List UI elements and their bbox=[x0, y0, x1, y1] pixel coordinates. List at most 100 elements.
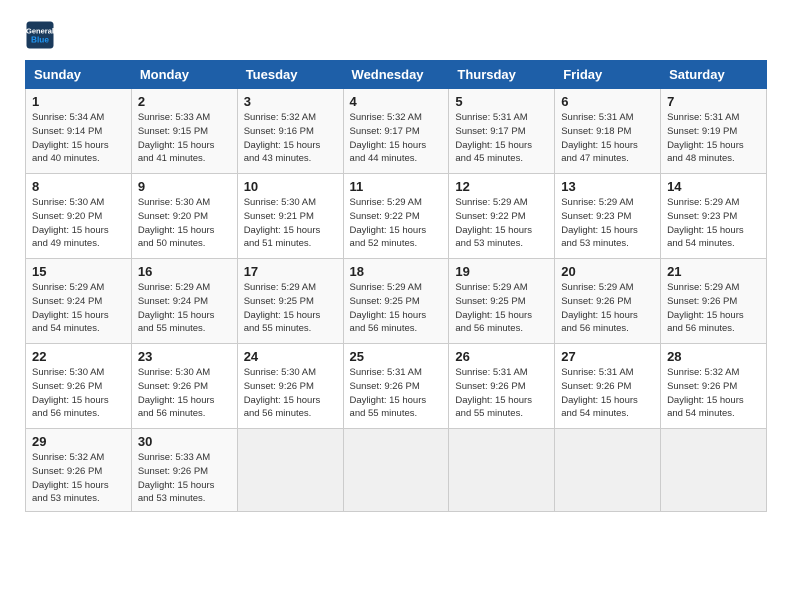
day-number: 16 bbox=[138, 264, 231, 279]
calendar-cell: 23 Sunrise: 5:30 AM Sunset: 9:26 PM Dayl… bbox=[131, 344, 237, 429]
day-info: Sunrise: 5:32 AM Sunset: 9:26 PM Dayligh… bbox=[667, 366, 760, 421]
calendar-cell: 18 Sunrise: 5:29 AM Sunset: 9:25 PM Dayl… bbox=[343, 259, 449, 344]
day-info: Sunrise: 5:29 AM Sunset: 9:22 PM Dayligh… bbox=[455, 196, 548, 251]
day-info: Sunrise: 5:29 AM Sunset: 9:26 PM Dayligh… bbox=[667, 281, 760, 336]
day-number: 24 bbox=[244, 349, 337, 364]
day-number: 2 bbox=[138, 94, 231, 109]
calendar-cell: 21 Sunrise: 5:29 AM Sunset: 9:26 PM Dayl… bbox=[661, 259, 767, 344]
day-number: 27 bbox=[561, 349, 654, 364]
day-info: Sunrise: 5:31 AM Sunset: 9:17 PM Dayligh… bbox=[455, 111, 548, 166]
day-info: Sunrise: 5:29 AM Sunset: 9:25 PM Dayligh… bbox=[455, 281, 548, 336]
day-info: Sunrise: 5:29 AM Sunset: 9:22 PM Dayligh… bbox=[350, 196, 443, 251]
day-info: Sunrise: 5:29 AM Sunset: 9:23 PM Dayligh… bbox=[667, 196, 760, 251]
calendar-cell: 16 Sunrise: 5:29 AM Sunset: 9:24 PM Dayl… bbox=[131, 259, 237, 344]
day-number: 8 bbox=[32, 179, 125, 194]
day-number: 10 bbox=[244, 179, 337, 194]
calendar-cell: 20 Sunrise: 5:29 AM Sunset: 9:26 PM Dayl… bbox=[555, 259, 661, 344]
calendar-cell: 26 Sunrise: 5:31 AM Sunset: 9:26 PM Dayl… bbox=[449, 344, 555, 429]
calendar-cell: 7 Sunrise: 5:31 AM Sunset: 9:19 PM Dayli… bbox=[661, 89, 767, 174]
day-info: Sunrise: 5:32 AM Sunset: 9:26 PM Dayligh… bbox=[32, 451, 125, 506]
calendar-cell: 6 Sunrise: 5:31 AM Sunset: 9:18 PM Dayli… bbox=[555, 89, 661, 174]
day-info: Sunrise: 5:30 AM Sunset: 9:20 PM Dayligh… bbox=[138, 196, 231, 251]
day-info: Sunrise: 5:30 AM Sunset: 9:21 PM Dayligh… bbox=[244, 196, 337, 251]
calendar-table: SundayMondayTuesdayWednesdayThursdayFrid… bbox=[25, 60, 767, 512]
day-number: 23 bbox=[138, 349, 231, 364]
day-info: Sunrise: 5:29 AM Sunset: 9:24 PM Dayligh… bbox=[32, 281, 125, 336]
weekday-header-tuesday: Tuesday bbox=[237, 61, 343, 89]
calendar-week-row: 8 Sunrise: 5:30 AM Sunset: 9:20 PM Dayli… bbox=[26, 174, 767, 259]
day-number: 9 bbox=[138, 179, 231, 194]
calendar-cell bbox=[237, 429, 343, 512]
calendar-cell bbox=[661, 429, 767, 512]
weekday-header-sunday: Sunday bbox=[26, 61, 132, 89]
weekday-header-monday: Monday bbox=[131, 61, 237, 89]
page-container: General Blue SundayMondayTuesdayWednesda… bbox=[10, 10, 782, 512]
calendar-week-row: 22 Sunrise: 5:30 AM Sunset: 9:26 PM Dayl… bbox=[26, 344, 767, 429]
day-info: Sunrise: 5:29 AM Sunset: 9:23 PM Dayligh… bbox=[561, 196, 654, 251]
calendar-cell: 29 Sunrise: 5:32 AM Sunset: 9:26 PM Dayl… bbox=[26, 429, 132, 512]
svg-text:Blue: Blue bbox=[31, 36, 49, 45]
calendar-cell: 22 Sunrise: 5:30 AM Sunset: 9:26 PM Dayl… bbox=[26, 344, 132, 429]
day-info: Sunrise: 5:33 AM Sunset: 9:26 PM Dayligh… bbox=[138, 451, 231, 506]
weekday-header-wednesday: Wednesday bbox=[343, 61, 449, 89]
logo: General Blue bbox=[25, 20, 55, 50]
day-info: Sunrise: 5:32 AM Sunset: 9:16 PM Dayligh… bbox=[244, 111, 337, 166]
day-info: Sunrise: 5:30 AM Sunset: 9:20 PM Dayligh… bbox=[32, 196, 125, 251]
calendar-cell: 9 Sunrise: 5:30 AM Sunset: 9:20 PM Dayli… bbox=[131, 174, 237, 259]
calendar-cell: 5 Sunrise: 5:31 AM Sunset: 9:17 PM Dayli… bbox=[449, 89, 555, 174]
day-number: 12 bbox=[455, 179, 548, 194]
weekday-header-saturday: Saturday bbox=[661, 61, 767, 89]
day-number: 28 bbox=[667, 349, 760, 364]
calendar-cell: 15 Sunrise: 5:29 AM Sunset: 9:24 PM Dayl… bbox=[26, 259, 132, 344]
day-number: 25 bbox=[350, 349, 443, 364]
day-number: 29 bbox=[32, 434, 125, 449]
day-number: 3 bbox=[244, 94, 337, 109]
day-info: Sunrise: 5:29 AM Sunset: 9:25 PM Dayligh… bbox=[244, 281, 337, 336]
day-info: Sunrise: 5:30 AM Sunset: 9:26 PM Dayligh… bbox=[138, 366, 231, 421]
day-info: Sunrise: 5:30 AM Sunset: 9:26 PM Dayligh… bbox=[244, 366, 337, 421]
day-number: 7 bbox=[667, 94, 760, 109]
calendar-cell bbox=[449, 429, 555, 512]
header: General Blue bbox=[10, 10, 782, 55]
calendar-cell: 1 Sunrise: 5:34 AM Sunset: 9:14 PM Dayli… bbox=[26, 89, 132, 174]
day-info: Sunrise: 5:31 AM Sunset: 9:18 PM Dayligh… bbox=[561, 111, 654, 166]
calendar-cell: 27 Sunrise: 5:31 AM Sunset: 9:26 PM Dayl… bbox=[555, 344, 661, 429]
day-number: 22 bbox=[32, 349, 125, 364]
logo-icon: General Blue bbox=[25, 20, 55, 50]
calendar-cell: 19 Sunrise: 5:29 AM Sunset: 9:25 PM Dayl… bbox=[449, 259, 555, 344]
day-info: Sunrise: 5:31 AM Sunset: 9:26 PM Dayligh… bbox=[455, 366, 548, 421]
day-info: Sunrise: 5:34 AM Sunset: 9:14 PM Dayligh… bbox=[32, 111, 125, 166]
day-info: Sunrise: 5:30 AM Sunset: 9:26 PM Dayligh… bbox=[32, 366, 125, 421]
weekday-header-thursday: Thursday bbox=[449, 61, 555, 89]
day-number: 11 bbox=[350, 179, 443, 194]
day-number: 30 bbox=[138, 434, 231, 449]
day-number: 21 bbox=[667, 264, 760, 279]
day-info: Sunrise: 5:29 AM Sunset: 9:25 PM Dayligh… bbox=[350, 281, 443, 336]
day-number: 13 bbox=[561, 179, 654, 194]
calendar-cell: 30 Sunrise: 5:33 AM Sunset: 9:26 PM Dayl… bbox=[131, 429, 237, 512]
calendar-cell bbox=[555, 429, 661, 512]
calendar-cell: 14 Sunrise: 5:29 AM Sunset: 9:23 PM Dayl… bbox=[661, 174, 767, 259]
day-number: 19 bbox=[455, 264, 548, 279]
calendar-cell: 25 Sunrise: 5:31 AM Sunset: 9:26 PM Dayl… bbox=[343, 344, 449, 429]
calendar-cell: 17 Sunrise: 5:29 AM Sunset: 9:25 PM Dayl… bbox=[237, 259, 343, 344]
day-number: 26 bbox=[455, 349, 548, 364]
calendar-cell: 8 Sunrise: 5:30 AM Sunset: 9:20 PM Dayli… bbox=[26, 174, 132, 259]
calendar-week-row: 1 Sunrise: 5:34 AM Sunset: 9:14 PM Dayli… bbox=[26, 89, 767, 174]
calendar-cell: 24 Sunrise: 5:30 AM Sunset: 9:26 PM Dayl… bbox=[237, 344, 343, 429]
day-number: 5 bbox=[455, 94, 548, 109]
day-number: 6 bbox=[561, 94, 654, 109]
day-info: Sunrise: 5:31 AM Sunset: 9:26 PM Dayligh… bbox=[561, 366, 654, 421]
weekday-header-row: SundayMondayTuesdayWednesdayThursdayFrid… bbox=[26, 61, 767, 89]
day-info: Sunrise: 5:29 AM Sunset: 9:26 PM Dayligh… bbox=[561, 281, 654, 336]
calendar-cell: 28 Sunrise: 5:32 AM Sunset: 9:26 PM Dayl… bbox=[661, 344, 767, 429]
calendar-week-row: 29 Sunrise: 5:32 AM Sunset: 9:26 PM Dayl… bbox=[26, 429, 767, 512]
calendar-cell: 12 Sunrise: 5:29 AM Sunset: 9:22 PM Dayl… bbox=[449, 174, 555, 259]
calendar-cell: 4 Sunrise: 5:32 AM Sunset: 9:17 PM Dayli… bbox=[343, 89, 449, 174]
day-number: 14 bbox=[667, 179, 760, 194]
day-info: Sunrise: 5:31 AM Sunset: 9:19 PM Dayligh… bbox=[667, 111, 760, 166]
calendar-week-row: 15 Sunrise: 5:29 AM Sunset: 9:24 PM Dayl… bbox=[26, 259, 767, 344]
day-number: 20 bbox=[561, 264, 654, 279]
day-info: Sunrise: 5:33 AM Sunset: 9:15 PM Dayligh… bbox=[138, 111, 231, 166]
day-info: Sunrise: 5:31 AM Sunset: 9:26 PM Dayligh… bbox=[350, 366, 443, 421]
